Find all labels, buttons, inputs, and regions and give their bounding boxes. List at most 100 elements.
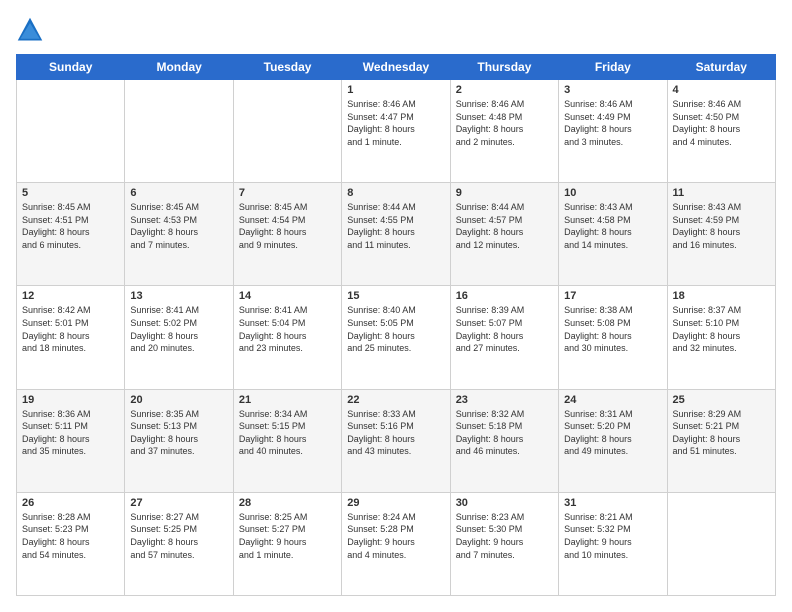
col-header-tuesday: Tuesday (233, 55, 341, 80)
page: SundayMondayTuesdayWednesdayThursdayFrid… (0, 0, 792, 612)
day-info: Sunrise: 8:38 AM Sunset: 5:08 PM Dayligh… (564, 304, 661, 354)
calendar-cell: 23 Sunrise: 8:32 AM Sunset: 5:18 PM Dayli… (450, 389, 558, 492)
day-number: 1 (347, 84, 444, 96)
day-info: Sunrise: 8:46 AM Sunset: 4:50 PM Dayligh… (673, 98, 770, 148)
day-info: Sunrise: 8:31 AM Sunset: 5:20 PM Dayligh… (564, 408, 661, 458)
calendar-cell: 20 Sunrise: 8:35 AM Sunset: 5:13 PM Dayli… (125, 389, 233, 492)
day-number: 25 (673, 394, 770, 406)
calendar-cell: 26 Sunrise: 8:28 AM Sunset: 5:23 PM Dayli… (17, 492, 125, 595)
day-number: 15 (347, 290, 444, 302)
day-number: 14 (239, 290, 336, 302)
day-number: 20 (130, 394, 227, 406)
calendar-cell: 11 Sunrise: 8:43 AM Sunset: 4:59 PM Dayli… (667, 183, 775, 286)
calendar-cell: 24Sunrise: 8:31 AM Sunset: 5:20 PM Dayli… (559, 389, 667, 492)
day-info: Sunrise: 8:46 AM Sunset: 4:48 PM Dayligh… (456, 98, 553, 148)
day-info: Sunrise: 8:27 AM Sunset: 5:25 PM Dayligh… (130, 511, 227, 561)
calendar-cell: 16 Sunrise: 8:39 AM Sunset: 5:07 PM Dayli… (450, 286, 558, 389)
day-info: Sunrise: 8:29 AM Sunset: 5:21 PM Dayligh… (673, 408, 770, 458)
day-info: Sunrise: 8:45 AM Sunset: 4:53 PM Dayligh… (130, 201, 227, 251)
day-number: 8 (347, 187, 444, 199)
day-info: Sunrise: 8:43 AM Sunset: 4:59 PM Dayligh… (673, 201, 770, 251)
day-number: 29 (347, 497, 444, 509)
calendar-cell: 21Sunrise: 8:34 AM Sunset: 5:15 PM Dayli… (233, 389, 341, 492)
week-row-5: 26 Sunrise: 8:28 AM Sunset: 5:23 PM Dayli… (17, 492, 776, 595)
calendar-cell: 8 Sunrise: 8:44 AM Sunset: 4:55 PM Daylig… (342, 183, 450, 286)
day-info: Sunrise: 8:43 AM Sunset: 4:58 PM Dayligh… (564, 201, 661, 251)
calendar-cell: 17Sunrise: 8:38 AM Sunset: 5:08 PM Dayli… (559, 286, 667, 389)
day-number: 10 (564, 187, 661, 199)
day-info: Sunrise: 8:35 AM Sunset: 5:13 PM Dayligh… (130, 408, 227, 458)
day-info: Sunrise: 8:39 AM Sunset: 5:07 PM Dayligh… (456, 304, 553, 354)
calendar-header-row: SundayMondayTuesdayWednesdayThursdayFrid… (17, 55, 776, 80)
calendar-cell: 27 Sunrise: 8:27 AM Sunset: 5:25 PM Dayli… (125, 492, 233, 595)
col-header-saturday: Saturday (667, 55, 775, 80)
logo (16, 16, 48, 44)
calendar-cell: 15 Sunrise: 8:40 AM Sunset: 5:05 PM Dayli… (342, 286, 450, 389)
col-header-friday: Friday (559, 55, 667, 80)
week-row-3: 12 Sunrise: 8:42 AM Sunset: 5:01 PM Dayli… (17, 286, 776, 389)
day-info: Sunrise: 8:23 AM Sunset: 5:30 PM Dayligh… (456, 511, 553, 561)
day-info: Sunrise: 8:44 AM Sunset: 4:57 PM Dayligh… (456, 201, 553, 251)
day-number: 9 (456, 187, 553, 199)
day-number: 31 (564, 497, 661, 509)
day-info: Sunrise: 8:24 AM Sunset: 5:28 PM Dayligh… (347, 511, 444, 561)
calendar-cell: 9 Sunrise: 8:44 AM Sunset: 4:57 PM Daylig… (450, 183, 558, 286)
day-info: Sunrise: 8:32 AM Sunset: 5:18 PM Dayligh… (456, 408, 553, 458)
calendar-cell: 7 Sunrise: 8:45 AM Sunset: 4:54 PM Daylig… (233, 183, 341, 286)
col-header-wednesday: Wednesday (342, 55, 450, 80)
calendar-cell (233, 80, 341, 183)
col-header-sunday: Sunday (17, 55, 125, 80)
day-info: Sunrise: 8:25 AM Sunset: 5:27 PM Dayligh… (239, 511, 336, 561)
calendar-cell: 22 Sunrise: 8:33 AM Sunset: 5:16 PM Dayli… (342, 389, 450, 492)
day-info: Sunrise: 8:44 AM Sunset: 4:55 PM Dayligh… (347, 201, 444, 251)
day-info: Sunrise: 8:21 AM Sunset: 5:32 PM Dayligh… (564, 511, 661, 561)
day-info: Sunrise: 8:45 AM Sunset: 4:54 PM Dayligh… (239, 201, 336, 251)
calendar-cell: 25 Sunrise: 8:29 AM Sunset: 5:21 PM Dayli… (667, 389, 775, 492)
calendar-cell (667, 492, 775, 595)
day-number: 6 (130, 187, 227, 199)
day-number: 16 (456, 290, 553, 302)
calendar-table: SundayMondayTuesdayWednesdayThursdayFrid… (16, 54, 776, 596)
day-info: Sunrise: 8:33 AM Sunset: 5:16 PM Dayligh… (347, 408, 444, 458)
day-number: 27 (130, 497, 227, 509)
calendar-cell: 1 Sunrise: 8:46 AM Sunset: 4:47 PM Daylig… (342, 80, 450, 183)
calendar-cell: 2 Sunrise: 8:46 AM Sunset: 4:48 PM Daylig… (450, 80, 558, 183)
calendar-cell: 13 Sunrise: 8:41 AM Sunset: 5:02 PM Dayli… (125, 286, 233, 389)
logo-icon (16, 16, 44, 44)
day-info: Sunrise: 8:37 AM Sunset: 5:10 PM Dayligh… (673, 304, 770, 354)
day-info: Sunrise: 8:41 AM Sunset: 5:02 PM Dayligh… (130, 304, 227, 354)
calendar-cell: 31 Sunrise: 8:21 AM Sunset: 5:32 PM Dayli… (559, 492, 667, 595)
calendar-cell: 29 Sunrise: 8:24 AM Sunset: 5:28 PM Dayli… (342, 492, 450, 595)
day-info: Sunrise: 8:41 AM Sunset: 5:04 PM Dayligh… (239, 304, 336, 354)
day-info: Sunrise: 8:28 AM Sunset: 5:23 PM Dayligh… (22, 511, 119, 561)
calendar-cell: 18 Sunrise: 8:37 AM Sunset: 5:10 PM Dayli… (667, 286, 775, 389)
day-number: 18 (673, 290, 770, 302)
day-number: 11 (673, 187, 770, 199)
day-number: 13 (130, 290, 227, 302)
day-info: Sunrise: 8:45 AM Sunset: 4:51 PM Dayligh… (22, 201, 119, 251)
day-number: 12 (22, 290, 119, 302)
calendar-cell: 19Sunrise: 8:36 AM Sunset: 5:11 PM Dayli… (17, 389, 125, 492)
day-number: 30 (456, 497, 553, 509)
day-number: 3 (564, 84, 661, 96)
calendar-cell (125, 80, 233, 183)
calendar-cell: 4Sunrise: 8:46 AM Sunset: 4:50 PM Daylig… (667, 80, 775, 183)
col-header-monday: Monday (125, 55, 233, 80)
col-header-thursday: Thursday (450, 55, 558, 80)
day-info: Sunrise: 8:40 AM Sunset: 5:05 PM Dayligh… (347, 304, 444, 354)
day-number: 26 (22, 497, 119, 509)
header (16, 16, 776, 44)
calendar-cell: 6 Sunrise: 8:45 AM Sunset: 4:53 PM Daylig… (125, 183, 233, 286)
week-row-1: 1 Sunrise: 8:46 AM Sunset: 4:47 PM Daylig… (17, 80, 776, 183)
calendar-cell: 3Sunrise: 8:46 AM Sunset: 4:49 PM Daylig… (559, 80, 667, 183)
calendar-cell (17, 80, 125, 183)
calendar-cell: 30 Sunrise: 8:23 AM Sunset: 5:30 PM Dayli… (450, 492, 558, 595)
day-number: 2 (456, 84, 553, 96)
day-number: 22 (347, 394, 444, 406)
day-info: Sunrise: 8:42 AM Sunset: 5:01 PM Dayligh… (22, 304, 119, 354)
calendar-cell: 10 Sunrise: 8:43 AM Sunset: 4:58 PM Dayli… (559, 183, 667, 286)
day-number: 7 (239, 187, 336, 199)
day-number: 23 (456, 394, 553, 406)
day-info: Sunrise: 8:46 AM Sunset: 4:47 PM Dayligh… (347, 98, 444, 148)
day-info: Sunrise: 8:36 AM Sunset: 5:11 PM Dayligh… (22, 408, 119, 458)
